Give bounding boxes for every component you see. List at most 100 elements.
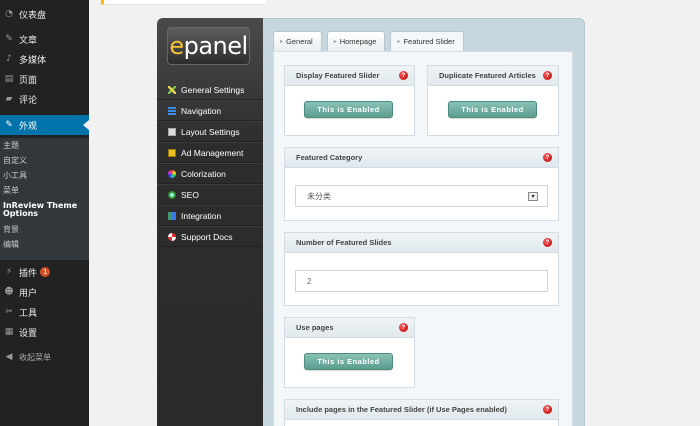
option-use-pages: Use pages ? This is Enabled xyxy=(284,317,415,388)
featured-category-select[interactable]: 未分类 ▾ xyxy=(295,185,548,207)
admin-sidebar: ◔ 仪表盘 ✎ 文章 ♪ 多媒体 ▤ 页面 ▰ 评论 ✎ 外观 主题 自定义 小… xyxy=(0,0,89,426)
menu-label: 页面 xyxy=(19,75,38,86)
appearance-icon: ✎ xyxy=(5,120,13,130)
option-title: Include pages in the Featured Slider (if… xyxy=(285,400,558,420)
epanel-sidebar: e panel General Settings Navigation Layou… xyxy=(157,18,263,426)
logo-e: e xyxy=(169,32,184,60)
appearance-submenu: 主题 自定义 小工具 菜单 InReview Theme Options 背景 … xyxy=(0,138,89,260)
epanel-nav-seo[interactable]: SEO xyxy=(157,184,263,205)
epanel-nav-support-docs[interactable]: Support Docs xyxy=(157,226,263,247)
option-title: Featured Category ? xyxy=(285,148,558,168)
nav-label: Ad Management xyxy=(181,147,244,158)
menu-appearance[interactable]: ✎ 外观 xyxy=(0,115,89,135)
nav-label: Navigation xyxy=(181,105,222,116)
nav-label: General Settings xyxy=(181,84,245,95)
epanel-nav-general-settings[interactable]: General Settings xyxy=(157,79,263,100)
menu-media[interactable]: ♪ 多媒体 xyxy=(0,49,89,69)
epanel-nav-layout-settings[interactable]: Layout Settings xyxy=(157,121,263,142)
epanel-tabs: ▸ General ▸ Homepage ▸ Featured Slider xyxy=(273,31,464,51)
collapse-icon: ◀ xyxy=(5,352,13,362)
option-number-of-slides: Number of Featured Slides ? 2 xyxy=(284,232,559,306)
help-icon[interactable]: ? xyxy=(543,153,552,162)
display-slider-toggle[interactable]: This is Enabled xyxy=(304,101,393,118)
support-icon xyxy=(168,232,176,241)
update-count-badge: 1 xyxy=(40,267,51,277)
menu-label: 工具 xyxy=(19,308,38,319)
nav-label: Integration xyxy=(181,210,222,221)
menu-label: 仪表盘 xyxy=(19,10,47,21)
submenu-widgets[interactable]: 小工具 xyxy=(0,168,89,183)
tab-arrow-icon: ▸ xyxy=(397,39,401,45)
menu-dashboard[interactable]: ◔ 仪表盘 xyxy=(0,4,89,24)
tab-featured-slider[interactable]: ▸ Featured Slider xyxy=(390,31,464,51)
select-value: 未分类 xyxy=(307,191,331,201)
submenu-editor[interactable]: 编辑 xyxy=(0,237,89,252)
option-title-text: Use pages xyxy=(296,323,334,332)
ad-icon xyxy=(168,148,176,157)
submenu-inreview-options[interactable]: InReview Theme Options xyxy=(0,198,89,222)
menu-label: 收起菜单 xyxy=(19,352,51,362)
page-icon: ▤ xyxy=(4,74,14,84)
option-duplicate-featured-articles: Duplicate Featured Articles ? This is En… xyxy=(427,65,559,136)
help-icon[interactable]: ? xyxy=(399,323,408,332)
admin-notice xyxy=(101,0,266,5)
user-icon: ☻ xyxy=(4,287,14,297)
option-display-featured-slider: Display Featured Slider ? This is Enable… xyxy=(284,65,415,136)
settings-icon: ▦ xyxy=(4,327,14,337)
wrench-icon: ✂ xyxy=(5,307,13,317)
option-featured-category: Featured Category ? 未分类 ▾ xyxy=(284,147,559,221)
epanel-logo: e panel xyxy=(167,27,250,65)
tab-general[interactable]: ▸ General xyxy=(273,31,322,51)
logo-text: panel xyxy=(183,32,249,60)
epanel-nav-colorization[interactable]: Colorization xyxy=(157,163,263,184)
dashboard-icon: ◔ xyxy=(5,9,13,19)
menu-label: 外观 xyxy=(19,121,38,132)
menu-settings[interactable]: ▦ 设置 xyxy=(0,322,89,342)
navigation-icon xyxy=(168,106,176,115)
nav-label: Support Docs xyxy=(181,231,233,242)
option-title-text: Display Featured Slider xyxy=(296,71,380,80)
comment-icon: ▰ xyxy=(5,94,13,104)
menu-posts[interactable]: ✎ 文章 xyxy=(0,29,89,49)
menu-tools[interactable]: ✂ 工具 xyxy=(0,302,89,322)
menu-plugins[interactable]: ⚡ 插件 1 xyxy=(0,262,89,282)
menu-label: 多媒体 xyxy=(19,55,47,66)
submenu-customize[interactable]: 自定义 xyxy=(0,153,89,168)
option-title: Use pages ? xyxy=(285,318,414,338)
use-pages-toggle[interactable]: This is Enabled xyxy=(304,353,393,370)
menu-comments[interactable]: ▰ 评论 xyxy=(0,89,89,109)
option-include-pages: Include pages in the Featured Slider (if… xyxy=(284,399,559,426)
option-title-text: Include pages in the Featured Slider (if… xyxy=(296,405,507,414)
submenu-themes[interactable]: 主题 xyxy=(0,138,89,153)
nav-label: Colorization xyxy=(181,168,226,179)
help-icon[interactable]: ? xyxy=(543,405,552,414)
tab-homepage[interactable]: ▸ Homepage xyxy=(326,31,386,51)
epanel-nav-ad-management[interactable]: Ad Management xyxy=(157,142,263,163)
duplicate-articles-toggle[interactable]: This is Enabled xyxy=(448,101,537,118)
help-icon[interactable]: ? xyxy=(543,238,552,247)
option-title: Number of Featured Slides ? xyxy=(285,233,558,253)
menu-collapse[interactable]: ◀ 收起菜单 xyxy=(0,347,89,367)
menu-pages[interactable]: ▤ 页面 xyxy=(0,69,89,89)
menu-label: 设置 xyxy=(19,328,38,339)
option-title-text: Duplicate Featured Articles xyxy=(439,71,536,80)
help-icon[interactable]: ? xyxy=(543,71,552,80)
menu-label: 用户 xyxy=(19,288,38,299)
submenu-background[interactable]: 背景 xyxy=(0,222,89,237)
pin-icon: ✎ xyxy=(5,34,13,44)
chevron-down-icon: ▾ xyxy=(528,192,538,201)
help-icon[interactable]: ? xyxy=(399,71,408,80)
media-icon: ♪ xyxy=(6,54,12,64)
option-title-text: Number of Featured Slides xyxy=(296,238,392,247)
colorization-icon xyxy=(168,169,176,178)
nav-label: SEO xyxy=(181,189,199,200)
option-title: Display Featured Slider ? xyxy=(285,66,414,86)
number-of-slides-input[interactable]: 2 xyxy=(295,270,548,292)
epanel-nav-navigation[interactable]: Navigation xyxy=(157,100,263,121)
option-title-text: Featured Category xyxy=(296,153,363,162)
submenu-menus[interactable]: 菜单 xyxy=(0,183,89,198)
epanel-nav-integration[interactable]: Integration xyxy=(157,205,263,226)
menu-users[interactable]: ☻ 用户 xyxy=(0,282,89,302)
menu-label: 文章 xyxy=(19,35,38,46)
plugin-icon: ⚡ xyxy=(5,267,13,277)
